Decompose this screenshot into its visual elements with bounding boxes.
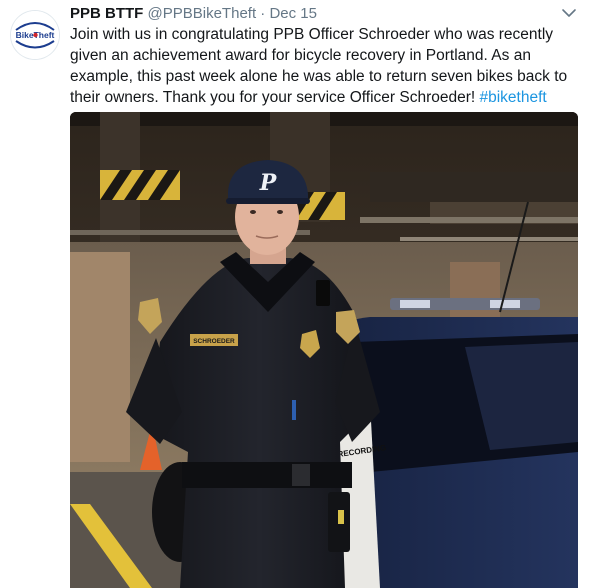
hazard-stripe-left — [100, 170, 180, 200]
name-tag: SCHROEDER — [193, 338, 235, 345]
hashtag-link[interactable]: #biketheft — [480, 89, 547, 106]
display-name[interactable]: PPB BTTF — [70, 5, 143, 22]
chevron-down-icon[interactable] — [561, 6, 577, 18]
bike-theft-logo: BikeTheft — [11, 11, 59, 59]
user-handle[interactable]: @PPBBikeTheft — [148, 5, 257, 22]
timestamp[interactable]: Dec 15 — [269, 5, 317, 22]
tweet-photo[interactable]: RECORDING P SCHROEDER — [70, 112, 578, 588]
tweet-header: PPB BTTF @PPBBikeTheft · Dec 15 — [70, 4, 317, 24]
officer-photo: RECORDING P SCHROEDER — [70, 112, 578, 588]
cap-letter: P — [259, 170, 278, 196]
tweet-text: Join with us in congratulating PPB Offic… — [70, 24, 580, 108]
separator-dot: · — [260, 5, 266, 22]
avatar[interactable]: BikeTheft — [10, 10, 60, 60]
tweet[interactable]: BikeTheft PPB BTTF @PPBBikeTheft · Dec 1… — [0, 0, 589, 588]
